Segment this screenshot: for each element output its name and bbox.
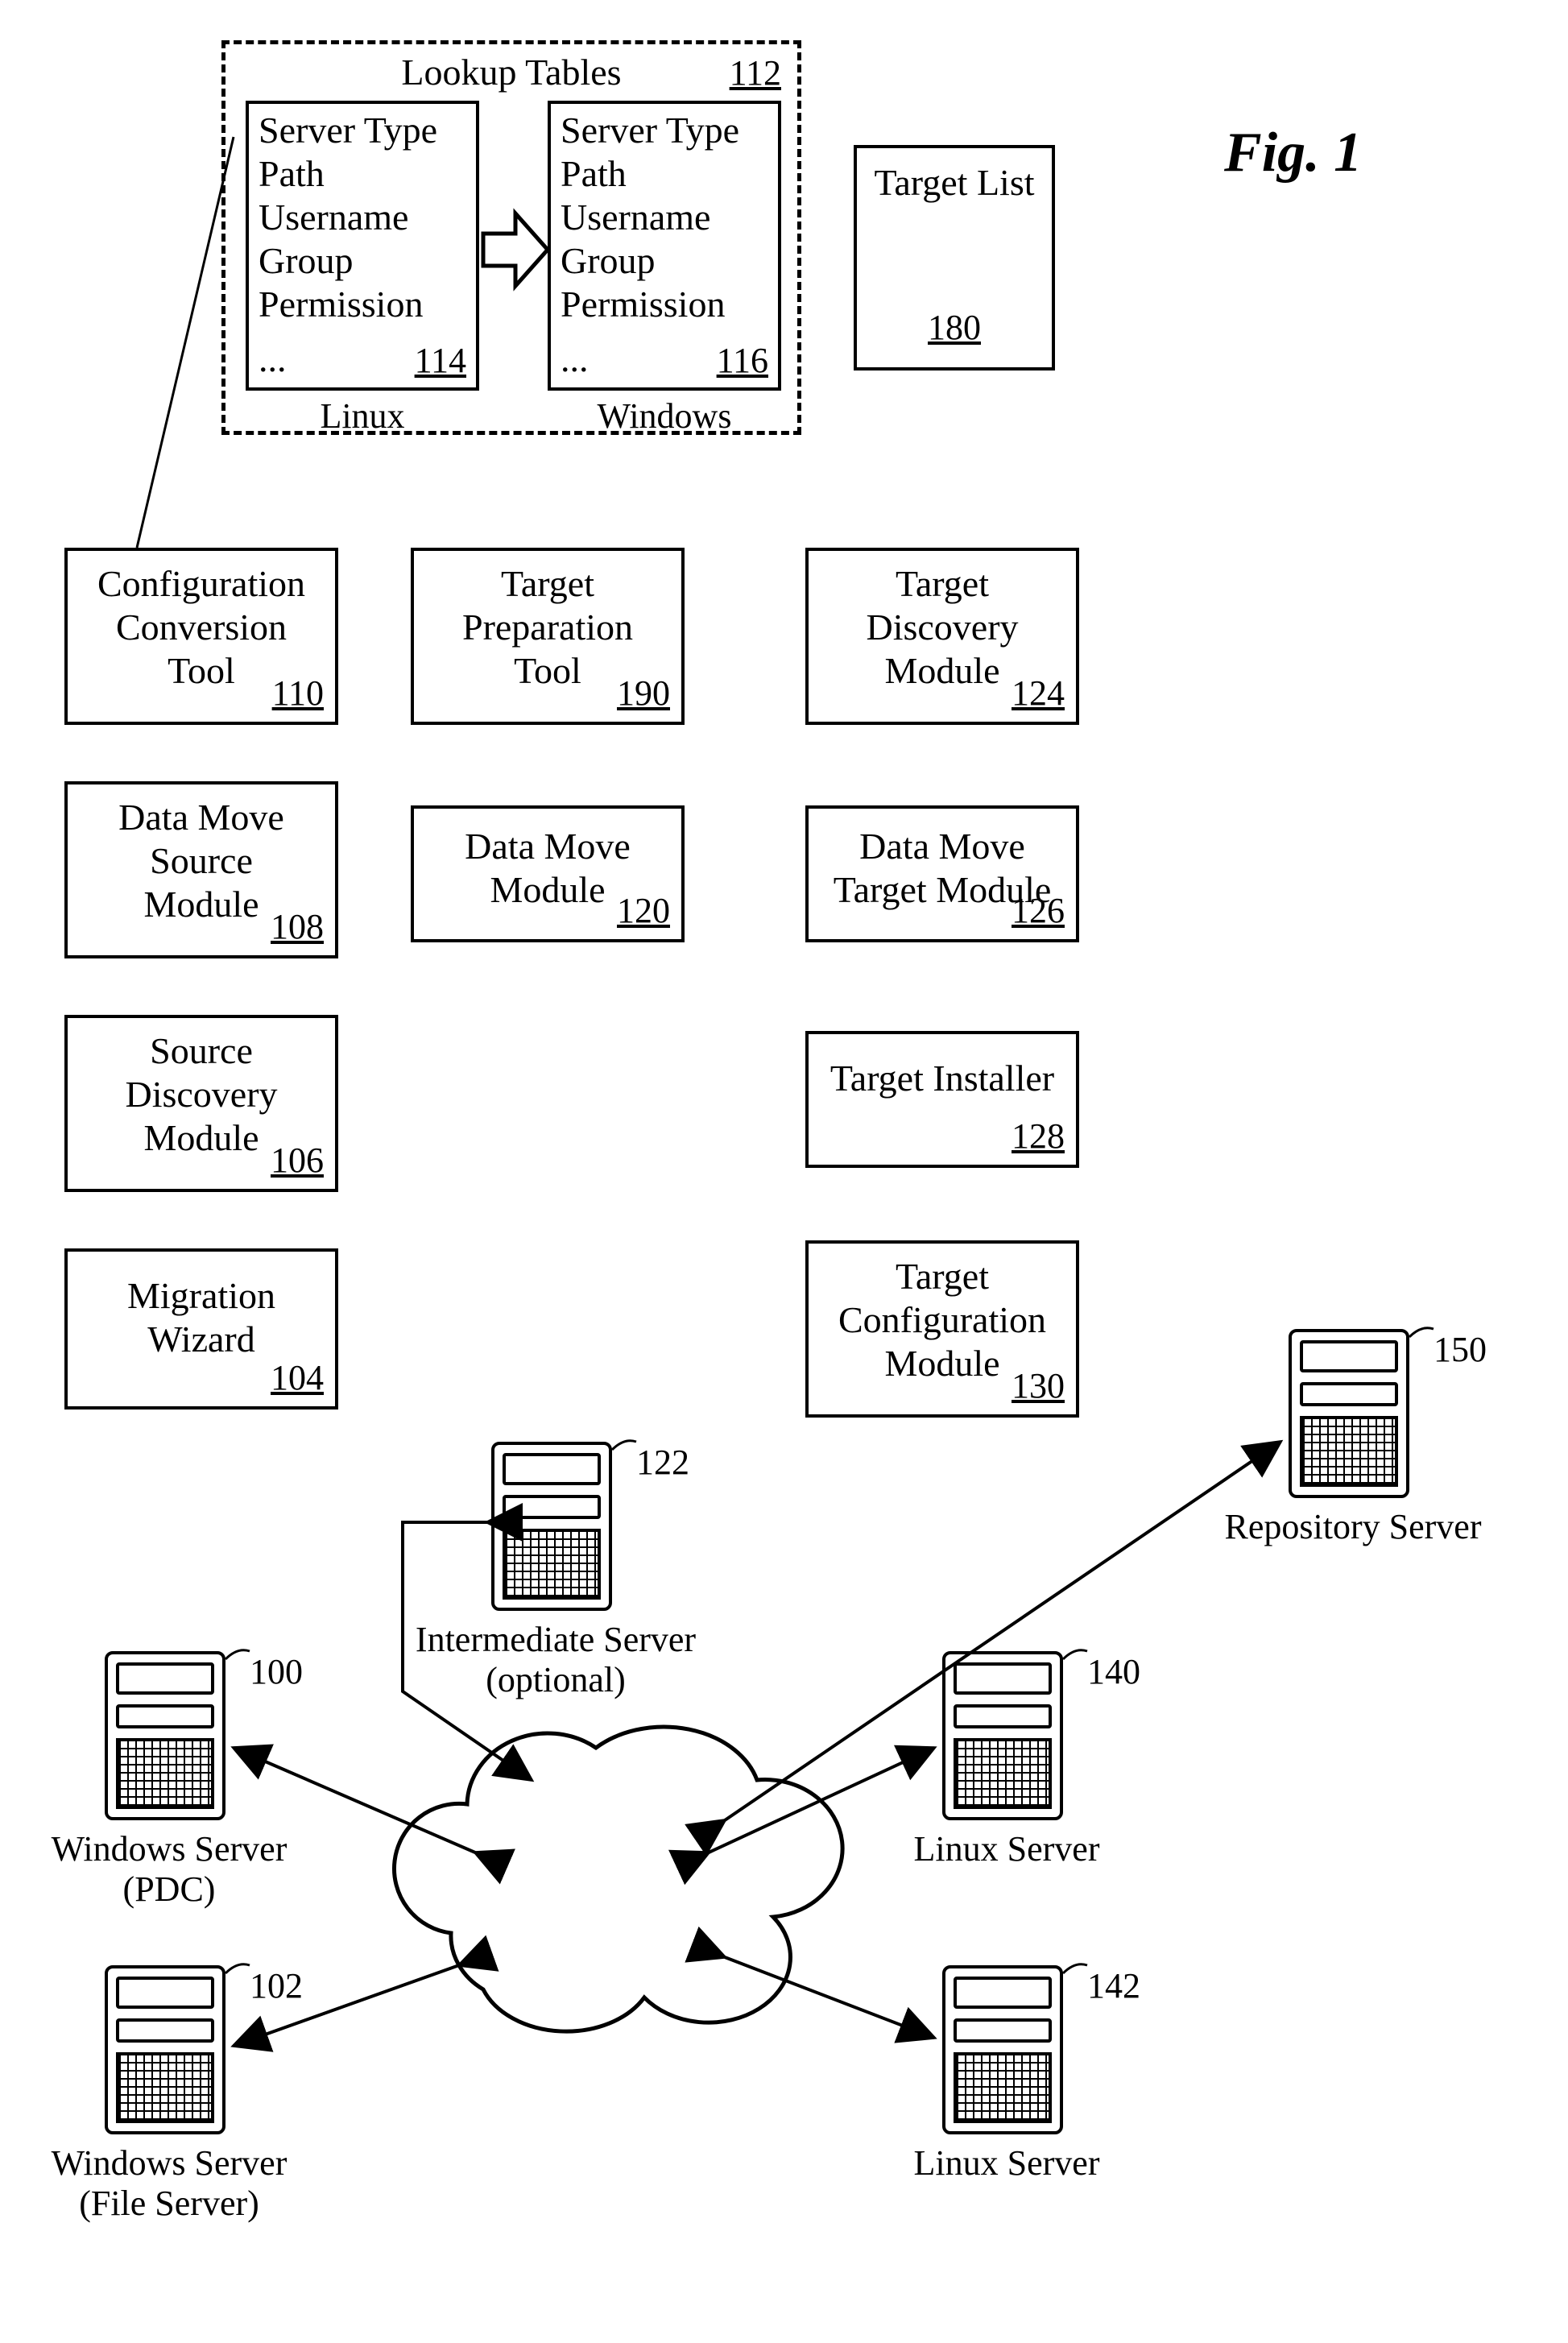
- figure-label: Fig. 1: [1224, 121, 1362, 185]
- module-target-config: Target Configuration Module 130: [805, 1240, 1079, 1418]
- target-list-ref: 180: [857, 307, 1052, 348]
- module-target-config-l2: Configuration: [809, 1298, 1076, 1341]
- lookup-tables-box: Lookup Tables 112 Server Type Path Usern…: [221, 40, 801, 435]
- lookup-right-row-4: Permission: [561, 283, 725, 325]
- module-target-installer: Target Installer 128: [805, 1031, 1079, 1168]
- server-intermediate-ref: 122: [636, 1442, 689, 1483]
- lookup-right-row-5: ...: [561, 337, 589, 380]
- module-dm-target-ref: 126: [1012, 890, 1065, 931]
- module-dm-l1: Data Move: [414, 825, 681, 867]
- module-target-prep-ref: 190: [617, 673, 670, 714]
- module-migration-wiz-l2: Wizard: [68, 1318, 335, 1360]
- lookup-ref: 112: [730, 52, 781, 93]
- module-target-installer-l1: Target Installer: [809, 1057, 1076, 1099]
- server-linux-a-label: Linux Server: [846, 1828, 1168, 1869]
- lookup-right-row-2: Username: [561, 196, 710, 238]
- lookup-left-row-0: Server Type: [259, 109, 437, 151]
- module-source-disc: Source Discovery Module 106: [64, 1015, 338, 1192]
- network-label: Network: [451, 1893, 709, 1935]
- module-config-conv-ref: 110: [272, 673, 324, 714]
- module-dm-source-l2: Source: [68, 839, 335, 882]
- server-intermediate-label2: (optional): [387, 1659, 725, 1700]
- lookup-left-caption: Linux: [246, 395, 479, 437]
- lookup-right-box: Server Type Path Username Group Permissi…: [548, 101, 781, 391]
- module-migration-wiz-l1: Migration: [68, 1274, 335, 1317]
- lookup-left-ref: 114: [415, 340, 466, 381]
- module-target-disc: Target Discovery Module 124: [805, 548, 1079, 725]
- server-linux-b-ref: 142: [1087, 1965, 1140, 2006]
- module-dm-ref: 120: [617, 890, 670, 931]
- server-win-pdc-label2: (PDC): [0, 1869, 338, 1910]
- server-repository-label: Repository Server: [1184, 1506, 1522, 1547]
- server-icon-win-pdc: [105, 1651, 225, 1820]
- block-arrow-icon: [479, 205, 552, 294]
- module-source-disc-l1: Source: [68, 1029, 335, 1072]
- module-source-disc-ref: 106: [271, 1140, 324, 1181]
- module-dm-source-l1: Data Move: [68, 796, 335, 838]
- lookup-left-box: Server Type Path Username Group Permissi…: [246, 101, 479, 391]
- lookup-left-row-2: Username: [259, 196, 408, 238]
- module-config-conv-l2: Conversion: [68, 606, 335, 648]
- server-icon-repository: [1289, 1329, 1409, 1498]
- server-win-fs-label2: (File Server): [0, 2183, 338, 2224]
- server-win-pdc-ref: 100: [250, 1651, 303, 1692]
- module-dm-source-ref: 108: [271, 906, 324, 947]
- server-icon-win-fs: [105, 1965, 225, 2134]
- network-ref: 170: [451, 1973, 709, 2014]
- module-target-disc-l2: Discovery: [809, 606, 1076, 648]
- server-intermediate-label1: Intermediate Server: [387, 1619, 725, 1660]
- module-migration-wiz: Migration Wizard 104: [64, 1248, 338, 1410]
- lookup-left-row-1: Path: [259, 152, 325, 195]
- server-win-fs-ref: 102: [250, 1965, 303, 2006]
- lookup-left-row-5: ...: [259, 337, 287, 380]
- module-config-conv-l1: Configuration: [68, 562, 335, 605]
- server-repository-ref: 150: [1434, 1329, 1487, 1370]
- server-icon-linux-a: [942, 1651, 1063, 1820]
- lookup-right-caption: Windows: [548, 395, 781, 437]
- module-source-disc-l2: Discovery: [68, 1073, 335, 1116]
- lookup-right-row-3: Group: [561, 239, 656, 282]
- lookup-title: Lookup Tables: [225, 51, 797, 93]
- server-icon-intermediate: [491, 1442, 612, 1611]
- lookup-right-row-1: Path: [561, 152, 627, 195]
- server-win-fs-label1: Windows Server: [0, 2142, 338, 2184]
- server-win-pdc-label1: Windows Server: [0, 1828, 338, 1869]
- module-target-prep-l2: Preparation: [414, 606, 681, 648]
- target-list-title: Target List: [857, 161, 1052, 204]
- target-list-box: Target List 180: [854, 145, 1055, 370]
- module-target-config-ref: 130: [1012, 1365, 1065, 1406]
- module-target-installer-ref: 128: [1012, 1116, 1065, 1157]
- module-target-prep: Target Preparation Tool 190: [411, 548, 685, 725]
- module-target-disc-ref: 124: [1012, 673, 1065, 714]
- module-dm-target: Data Move Target Module 126: [805, 805, 1079, 942]
- module-target-config-l1: Target: [809, 1255, 1076, 1298]
- server-linux-a-ref: 140: [1087, 1651, 1140, 1692]
- lookup-right-ref: 116: [717, 340, 768, 381]
- lookup-right-row-0: Server Type: [561, 109, 739, 151]
- module-target-prep-l1: Target: [414, 562, 681, 605]
- module-target-disc-l1: Target: [809, 562, 1076, 605]
- module-dm-target-l1: Data Move: [809, 825, 1076, 867]
- lookup-left-row-4: Permission: [259, 283, 423, 325]
- module-migration-wiz-ref: 104: [271, 1357, 324, 1398]
- figure-page: Fig. 1 Lookup Tables 112 Server Type Pat…: [0, 0, 1568, 2343]
- lookup-left-row-3: Group: [259, 239, 354, 282]
- server-icon-linux-b: [942, 1965, 1063, 2134]
- module-config-conv: Configuration Conversion Tool 110: [64, 548, 338, 725]
- module-dm-source: Data Move Source Module 108: [64, 781, 338, 958]
- server-linux-b-label: Linux Server: [846, 2142, 1168, 2184]
- module-dm: Data Move Module 120: [411, 805, 685, 942]
